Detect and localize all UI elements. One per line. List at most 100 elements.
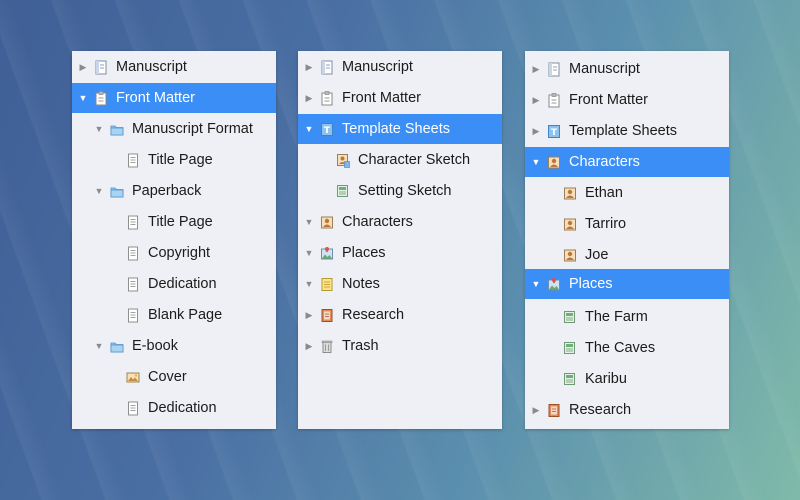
research-icon xyxy=(320,308,334,323)
disclosure-expanded-icon[interactable]: ▼ xyxy=(304,217,314,227)
binder-item-joe[interactable]: Joe xyxy=(525,240,729,270)
binder-item-label: Joe xyxy=(585,247,609,263)
binder-item-label: Copyright xyxy=(148,245,211,261)
setting-sketch-icon xyxy=(336,184,350,199)
clipboard-icon xyxy=(547,92,561,108)
disclosure-expanded-icon[interactable]: ▼ xyxy=(304,248,314,258)
binder-item-label: The Caves xyxy=(585,340,656,356)
binder-item-notes[interactable]: ▼ Notes xyxy=(298,269,502,299)
binder-item-label: Research xyxy=(342,307,405,323)
binder-panel-1: ▶ Manuscript ▼ Front Matter ▼ Manuscript Form… xyxy=(72,51,276,429)
places-icon xyxy=(547,277,561,292)
setting-sketch-icon xyxy=(563,372,577,387)
character-icon xyxy=(547,155,561,170)
document-icon xyxy=(126,277,140,292)
manuscript-icon xyxy=(94,60,108,75)
binder-item-label: Title Page xyxy=(148,152,213,168)
disclosure-collapsed-icon[interactable]: ▶ xyxy=(531,126,541,136)
binder-item-front-matter[interactable]: ▶ Front Matter xyxy=(525,85,729,115)
document-icon xyxy=(126,401,140,416)
binder-item-label: E-book xyxy=(132,338,178,354)
disclosure-collapsed-icon[interactable]: ▶ xyxy=(531,405,541,415)
binder-item-label: Tarriro xyxy=(585,216,627,232)
binder-item-template-sheets[interactable]: ▼ T Template Sheets xyxy=(298,114,502,144)
binder-item-places[interactable]: ▼ Places xyxy=(298,238,502,268)
binder-item-label: Manuscript xyxy=(116,59,187,75)
binder-item-places[interactable]: ▼ Places xyxy=(525,269,729,299)
binder-item-karibu[interactable]: Karibu xyxy=(525,364,729,394)
character-sketch-icon xyxy=(336,153,350,168)
binder-item-title-page[interactable]: Title Page xyxy=(72,207,276,237)
binder-item-ethan[interactable]: Ethan xyxy=(525,178,729,208)
research-icon xyxy=(547,403,561,418)
binder-item-copyright[interactable]: Copyright xyxy=(72,238,276,268)
binder-item-dedication[interactable]: Dedication xyxy=(72,393,276,423)
binder-item-manuscript[interactable]: ▶ Manuscript xyxy=(525,54,729,84)
binder-item-label: Front Matter xyxy=(342,90,421,106)
binder-item-front-matter[interactable]: ▶ Front Matter xyxy=(298,83,502,113)
binder-item-label: Template Sheets xyxy=(569,123,678,139)
binder-item-label: Character Sketch xyxy=(358,152,471,168)
svg-text:T: T xyxy=(551,128,558,138)
binder-item-title-page[interactable]: Title Page xyxy=(72,145,276,175)
binder-item-label: Blank Page xyxy=(148,307,223,323)
disclosure-expanded-icon[interactable]: ▼ xyxy=(304,279,314,289)
disclosure-collapsed-icon[interactable]: ▶ xyxy=(531,64,541,74)
binder-item-blank-page[interactable]: Blank Page xyxy=(72,300,276,330)
binder-panel-3: ▶ Manuscript ▶ Front Matter ▶ T Template Sheet… xyxy=(525,51,729,429)
binder-item-characters[interactable]: ▼ Characters xyxy=(298,207,502,237)
binder-item-label: Karibu xyxy=(585,371,627,387)
binder-item-dedication[interactable]: Dedication xyxy=(72,269,276,299)
disclosure-collapsed-icon[interactable]: ▶ xyxy=(304,93,314,103)
binder-item-e-book[interactable]: ▼ E-book xyxy=(72,331,276,361)
disclosure-collapsed-icon[interactable]: ▶ xyxy=(531,95,541,105)
binder-item-manuscript[interactable]: ▶ Manuscript xyxy=(72,52,276,82)
disclosure-expanded-icon[interactable]: ▼ xyxy=(531,157,541,167)
disclosure-expanded-icon[interactable]: ▼ xyxy=(78,93,88,103)
disclosure-expanded-icon[interactable]: ▼ xyxy=(94,341,104,351)
binder-item-manuscript-format[interactable]: ▼ Manuscript Format xyxy=(72,114,276,144)
disclosure-expanded-icon[interactable]: ▼ xyxy=(304,124,314,134)
notes-icon xyxy=(320,277,334,292)
binder-item-character-sketch[interactable]: Character Sketch xyxy=(298,145,502,175)
template-icon: T xyxy=(547,124,561,139)
binder-item-front-matter[interactable]: ▼ Front Matter xyxy=(72,83,276,113)
binder-item-template-sheets[interactable]: ▶ T Template Sheets xyxy=(525,116,729,146)
binder-item-manuscript[interactable]: ▶ Manuscript xyxy=(298,52,502,82)
image-icon xyxy=(126,370,140,385)
binder-item-label: Places xyxy=(342,245,386,261)
manuscript-icon xyxy=(547,62,561,77)
disclosure-collapsed-icon[interactable]: ▶ xyxy=(304,341,314,351)
disclosure-expanded-icon[interactable]: ▼ xyxy=(94,186,104,196)
document-icon xyxy=(126,246,140,261)
binder-item-label: Manuscript xyxy=(569,61,640,77)
disclosure-collapsed-icon[interactable]: ▶ xyxy=(304,310,314,320)
binder-item-trash[interactable]: ▶ Trash xyxy=(298,331,502,361)
binder-item-characters[interactable]: ▼ Characters xyxy=(525,147,729,177)
binder-item-label: Characters xyxy=(342,214,413,230)
disclosure-collapsed-icon[interactable]: ▶ xyxy=(304,62,314,72)
disclosure-expanded-icon[interactable]: ▼ xyxy=(94,124,104,134)
binder-item-label: Title Page xyxy=(148,214,213,230)
binder-item-the-farm[interactable]: The Farm xyxy=(525,302,729,332)
disclosure-expanded-icon[interactable]: ▼ xyxy=(531,279,541,289)
binder-item-label: Manuscript Format xyxy=(132,121,253,137)
binder-item-label: Research xyxy=(569,402,632,418)
binder-item-research[interactable]: ▶ Research xyxy=(525,395,729,425)
binder-item-paperback[interactable]: ▼ Paperback xyxy=(72,176,276,206)
disclosure-collapsed-icon[interactable]: ▶ xyxy=(78,62,88,72)
folder-icon xyxy=(110,339,124,354)
binder-item-research[interactable]: ▶ Research xyxy=(298,300,502,330)
binder-item-tarriro[interactable]: Tarriro xyxy=(525,209,729,239)
setting-sketch-icon xyxy=(563,341,577,356)
document-icon xyxy=(126,308,140,323)
binder-item-cover[interactable]: Cover xyxy=(72,362,276,392)
binder-item-setting-sketch[interactable]: Setting Sketch xyxy=(298,176,502,206)
binder-item-the-caves[interactable]: The Caves xyxy=(525,333,729,363)
